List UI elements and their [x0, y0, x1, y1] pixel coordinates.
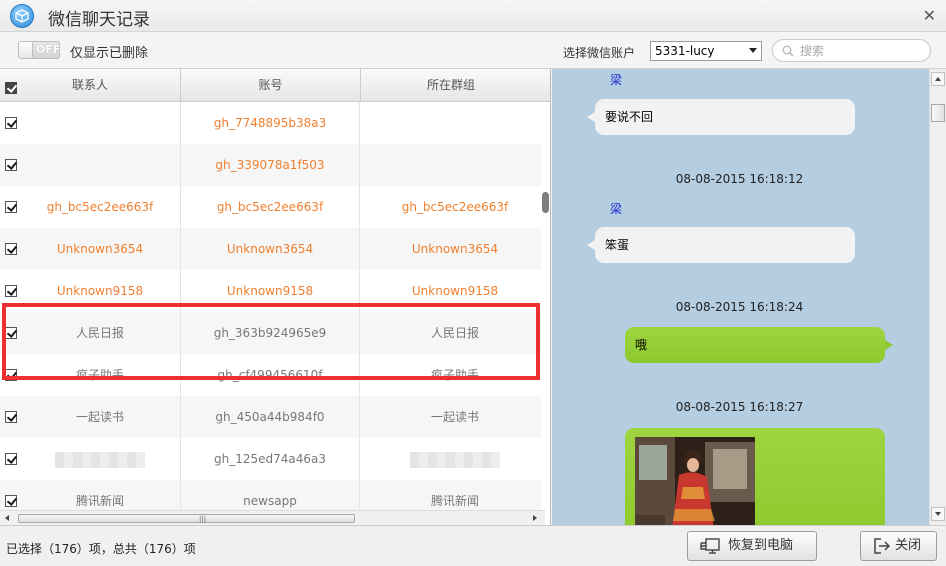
cell-account: gh_450a44b984f0: [180, 396, 360, 438]
message-bubble-incoming: 要说不回: [587, 99, 855, 135]
chat-panel: 梁 要说不回 08-08-2015 16:18:12 梁 笨蛋 08-08-20…: [552, 69, 929, 525]
close-button[interactable]: 关闭: [860, 531, 937, 561]
message-bubble-outgoing: 哦: [625, 327, 893, 363]
table-row[interactable]: 一起读书 gh_450a44b984f0 一起读书: [0, 396, 543, 438]
message-photo[interactable]: [635, 437, 755, 525]
row-checkbox[interactable]: [5, 369, 17, 381]
deleted-only-toggle[interactable]: OFF: [18, 41, 60, 59]
only-deleted-label: 仅显示已删除: [70, 46, 149, 61]
table-row[interactable]: Unknown3654 Unknown3654 Unknown3654: [0, 228, 543, 270]
message-sender: 梁: [610, 202, 623, 216]
selection-status: 已选择（176）项，总共（176）项: [6, 542, 196, 556]
cell-account: gh_339078a1f503: [180, 144, 360, 186]
message-timestamp: 08-08-2015 16:18:24: [675, 300, 804, 314]
scroll-left-icon[interactable]: [5, 515, 9, 521]
cell-account: gh_cf499456610f: [180, 354, 360, 396]
restore-to-pc-label: 恢复到电脑: [728, 538, 794, 553]
window-title: 微信聊天记录: [48, 10, 150, 30]
cell-group-redacted: [360, 438, 550, 480]
cell-group: 一起读书: [430, 410, 479, 424]
cell-contact: Unknown9158: [56, 284, 144, 298]
search-input[interactable]: [800, 43, 920, 58]
cell-account: Unknown3654: [180, 228, 360, 270]
dropdown-arrow-icon: [749, 48, 757, 53]
cell-account: gh_125ed74a46a3: [180, 438, 360, 480]
cell-account: gh_bc5ec2ee663f: [180, 186, 360, 228]
row-checkbox[interactable]: [5, 495, 17, 507]
cell-contact: 疯子助手: [75, 368, 124, 382]
cell-account: gh_7748895b38a3: [180, 102, 360, 144]
row-checkbox[interactable]: [5, 285, 17, 297]
close-label: 关闭: [895, 538, 922, 553]
table-row[interactable]: 疯子助手 gh_cf499456610f 疯子助手: [0, 354, 543, 396]
scroll-up-icon[interactable]: [931, 72, 945, 86]
chat-vertical-scrollbar[interactable]: [929, 69, 946, 525]
header-group[interactable]: 所在群组: [361, 69, 541, 102]
header-contact[interactable]: 联系人: [0, 69, 181, 102]
toggle-knob: [19, 42, 33, 58]
table-row[interactable]: gh_bc5ec2ee663f gh_bc5ec2ee663f gh_bc5ec…: [0, 186, 543, 228]
row-checkbox[interactable]: [5, 159, 17, 171]
table-row[interactable]: gh_339078a1f503: [0, 144, 543, 186]
grip-icon: |||: [199, 515, 207, 523]
row-checkbox[interactable]: [5, 327, 17, 339]
message-timestamp: 08-08-2015 16:18:12: [675, 172, 804, 186]
account-label: 选择微信账户: [563, 46, 636, 60]
app-cube-icon: [10, 4, 34, 28]
table-row[interactable]: gh_125ed74a46a3: [0, 438, 543, 480]
cell-group: [360, 102, 550, 144]
account-selected-value: 5331-lucy: [655, 44, 715, 58]
account-select[interactable]: 5331-lucy: [650, 41, 762, 61]
cell-contact: 一起读书: [75, 410, 124, 424]
row-checkbox[interactable]: [5, 411, 17, 423]
cell-contact: [20, 144, 180, 186]
cell-group: [360, 144, 550, 186]
scroll-thumb[interactable]: [542, 192, 549, 213]
redacted-block: [410, 451, 500, 468]
cell-account: Unknown9158: [180, 270, 360, 312]
cell-account: gh_363b924965e9: [180, 312, 360, 354]
table-header: 联系人 账号 所在群组: [0, 69, 550, 102]
cell-contact: 人民日报: [75, 326, 124, 340]
row-checkbox[interactable]: [5, 453, 17, 465]
toggle-state-label: OFF: [36, 43, 61, 56]
message-sender: 梁: [610, 73, 623, 87]
scroll-thumb[interactable]: [931, 104, 945, 122]
scroll-right-icon[interactable]: [533, 515, 537, 521]
row-checkbox[interactable]: [5, 243, 17, 255]
cell-group: 疯子助手: [430, 368, 479, 382]
search-icon: [782, 45, 794, 57]
row-checkbox[interactable]: [5, 117, 17, 129]
redacted-block: [55, 451, 145, 468]
table-row[interactable]: Unknown9158 Unknown9158 Unknown9158: [0, 270, 543, 312]
toolbar: OFF 仅显示已删除 选择微信账户 5331-lucy: [0, 32, 946, 69]
cell-contact: [20, 102, 180, 144]
header-account[interactable]: 账号: [181, 69, 361, 102]
cell-group: 人民日报: [430, 326, 479, 340]
search-box[interactable]: [772, 39, 931, 62]
restore-to-pc-button[interactable]: 恢复到电脑: [687, 531, 817, 561]
title-bar: 微信聊天记录 ✕: [0, 0, 946, 32]
exit-icon: [874, 538, 891, 554]
contacts-table: 联系人 账号 所在群组 gh_7748895b38a3 gh_339078a1f…: [0, 69, 551, 525]
window-close-icon[interactable]: ✕: [923, 6, 936, 25]
footer-bar: 已选择（176）项，总共（176）项 恢复到电脑 关闭: [0, 525, 946, 566]
table-row[interactable]: 人民日报 gh_363b924965e9 人民日报: [0, 312, 543, 354]
table-row[interactable]: gh_7748895b38a3: [0, 102, 543, 144]
cell-contact-redacted: [20, 438, 180, 480]
cell-contact: Unknown3654: [56, 242, 144, 256]
row-checkbox[interactable]: [5, 201, 17, 213]
cell-group: Unknown9158: [411, 284, 499, 298]
cell-contact: gh_bc5ec2ee663f: [46, 200, 154, 214]
message-timestamp: 08-08-2015 16:18:27: [675, 400, 804, 414]
table-horizontal-scrollbar[interactable]: |||: [0, 510, 545, 525]
cell-group: gh_bc5ec2ee663f: [401, 200, 509, 214]
scroll-thumb[interactable]: |||: [18, 514, 355, 523]
restore-to-pc-icon: [700, 538, 720, 554]
table-vertical-scrollbar[interactable]: [541, 102, 550, 512]
message-bubble-incoming: 笨蛋: [587, 227, 855, 263]
scroll-down-icon[interactable]: [931, 507, 945, 521]
image-message-bubble[interactable]: [625, 428, 885, 525]
cell-group: Unknown3654: [411, 242, 499, 256]
